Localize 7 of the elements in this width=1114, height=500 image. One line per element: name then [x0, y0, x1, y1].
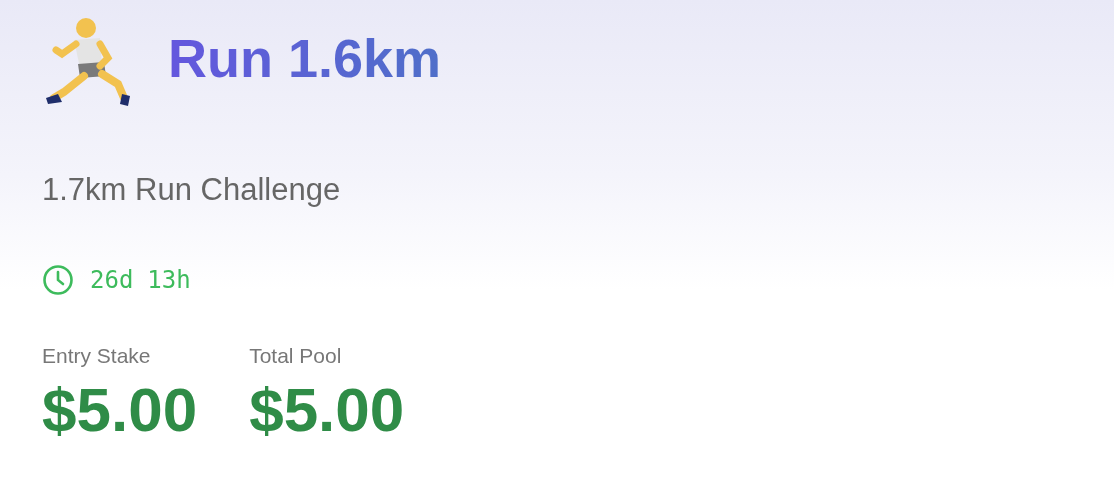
stat-value: $5.00 — [249, 374, 405, 445]
stat-value: $5.00 — [42, 374, 198, 445]
stat-label: Total Pool — [249, 344, 343, 368]
stat-label: Entry Stake — [42, 344, 152, 368]
time-remaining: 26d 13h — [90, 266, 191, 294]
clock-icon — [42, 264, 74, 296]
challenge-description: 1.7km Run Challenge — [42, 172, 342, 208]
